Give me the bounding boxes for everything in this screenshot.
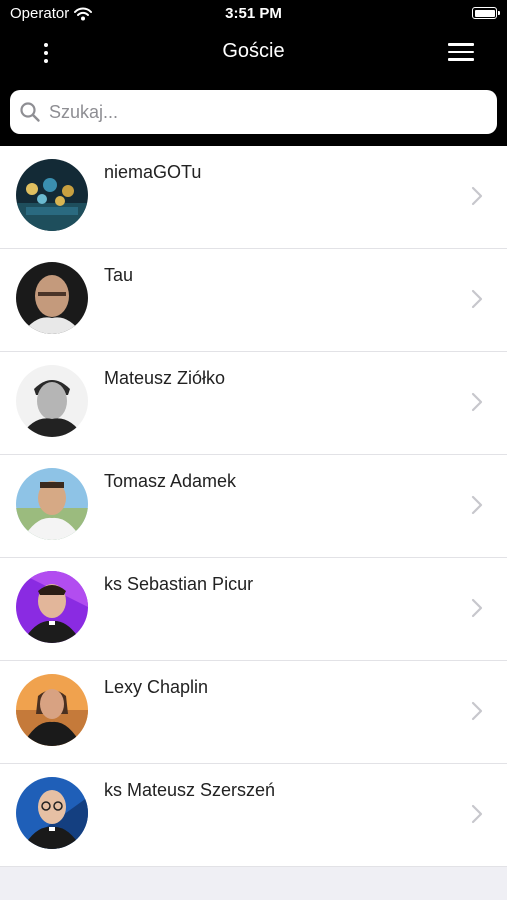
chevron-right-icon — [471, 598, 483, 618]
guest-name: Tomasz Adamek — [104, 471, 237, 491]
chevron-right-icon — [471, 701, 483, 721]
page-title: Goście — [222, 40, 285, 62]
status-bar: Operator 3:51 PM — [0, 0, 507, 28]
chevron-right-icon — [471, 289, 483, 309]
guest-name: ks Sebastian Picur — [104, 574, 254, 594]
guest-avatar — [16, 571, 88, 643]
guest-row[interactable]: Mateusz Ziółko — [0, 352, 507, 455]
guest-avatar — [16, 159, 88, 231]
guest-row[interactable]: ks Mateusz Szerszeń — [0, 764, 507, 867]
nav-bar: Goście — [0, 28, 507, 80]
guest-name: ks Mateusz Szerszeń — [104, 780, 276, 800]
battery-level — [474, 9, 495, 17]
guest-row[interactable]: ks Sebastian Picur — [0, 558, 507, 661]
guest-name: Tau — [104, 265, 134, 285]
guest-avatar — [16, 674, 88, 746]
guest-row[interactable]: niemaGOTu — [0, 146, 507, 249]
search-icon — [20, 102, 40, 122]
search-input[interactable] — [47, 100, 471, 124]
guest-list: niemaGOTu Tau Mateusz Ziółko Tomasz Adam… — [0, 146, 507, 867]
chevron-right-icon — [471, 495, 483, 515]
guest-avatar — [16, 468, 88, 540]
status-time: 3:51 PM — [225, 5, 282, 22]
chevron-right-icon — [471, 804, 483, 824]
battery-icon — [472, 7, 500, 19]
hamburger-menu-icon[interactable] — [448, 40, 474, 64]
search-bar — [0, 80, 507, 146]
guest-row[interactable]: Tomasz Adamek — [0, 455, 507, 558]
chevron-right-icon — [471, 186, 483, 206]
search-field[interactable] — [10, 90, 497, 134]
guest-name: niemaGOTu — [104, 162, 202, 182]
guest-avatar — [16, 262, 88, 334]
guest-row[interactable]: Lexy Chaplin — [0, 661, 507, 764]
guest-name: Mateusz Ziółko — [104, 368, 226, 388]
chevron-right-icon — [471, 392, 483, 412]
guest-row[interactable]: Tau — [0, 249, 507, 352]
guest-avatar — [16, 365, 88, 437]
guest-avatar — [16, 777, 88, 849]
guest-name: Lexy Chaplin — [104, 677, 209, 697]
